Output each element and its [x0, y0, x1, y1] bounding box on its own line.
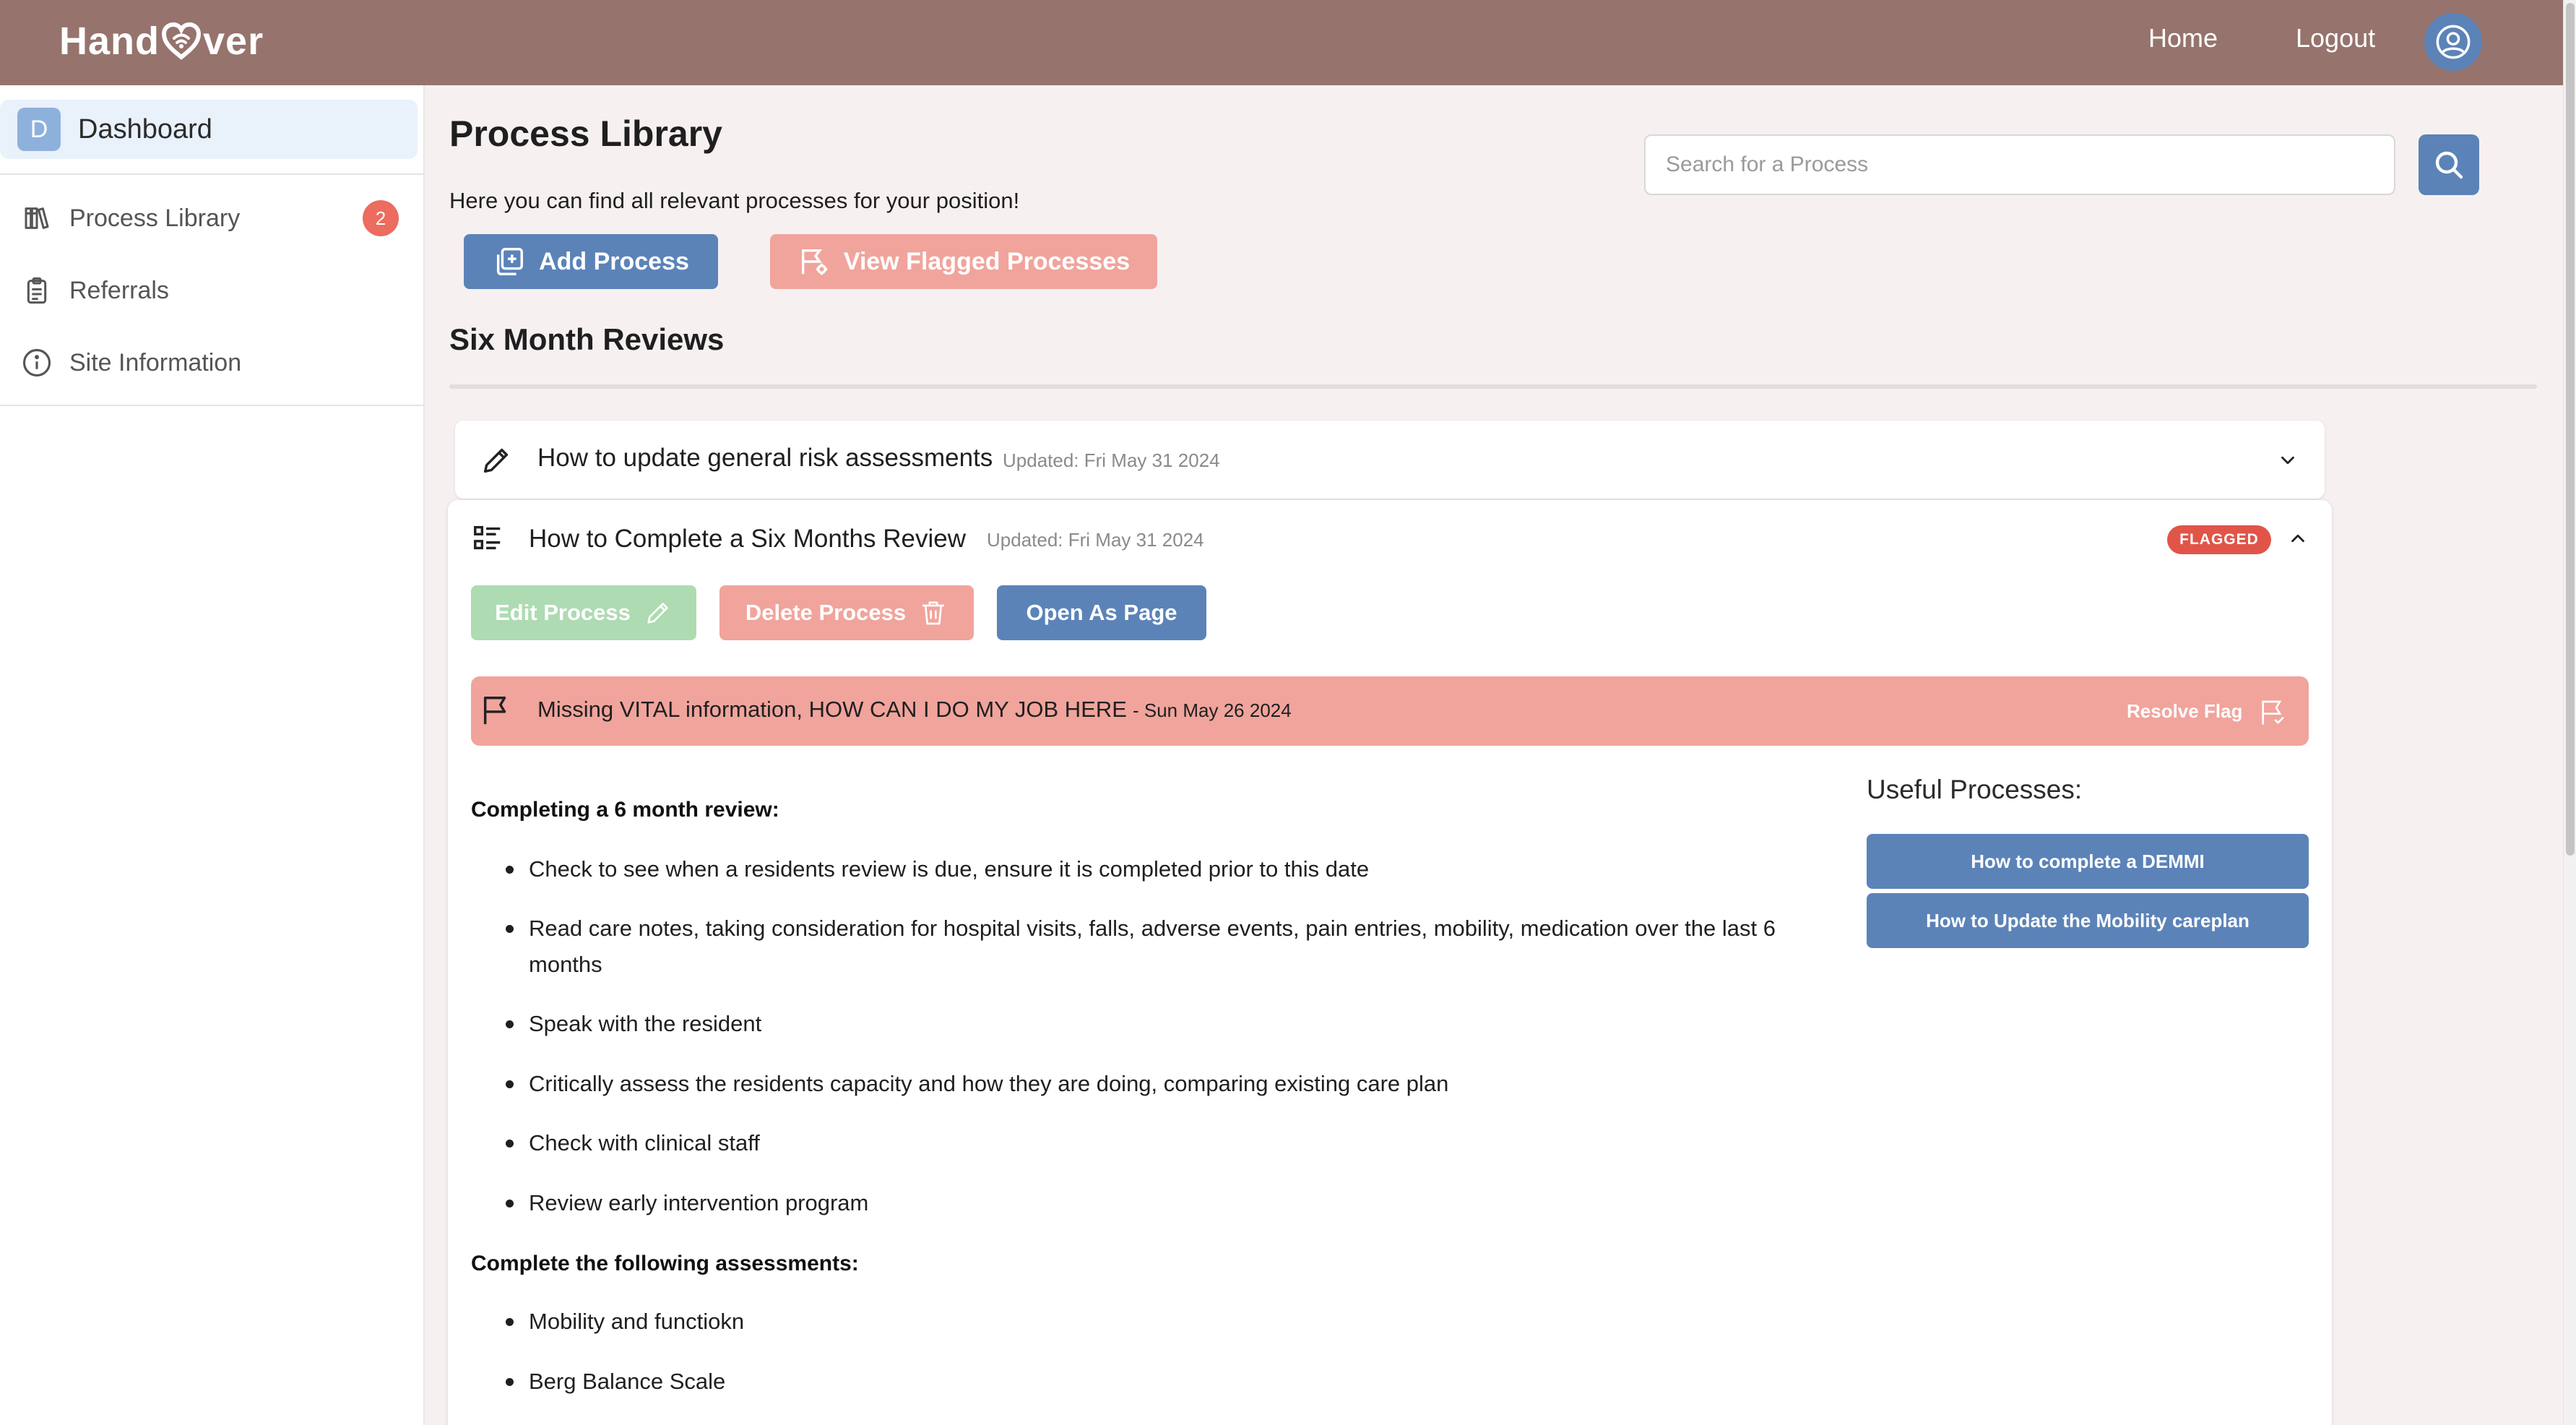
delete-process-label: Delete Process: [745, 600, 907, 625]
nav-home-link[interactable]: Home: [2148, 23, 2218, 53]
useful-process-link[interactable]: How to Update the Mobility careplan: [1867, 893, 2309, 948]
edit-process-button[interactable]: Edit Process: [471, 585, 696, 640]
add-process-button[interactable]: Add Process: [464, 234, 718, 289]
content-heading: Complete the following assessments:: [471, 1252, 859, 1275]
logo-text-left: Hand: [59, 20, 160, 63]
list-item: Critically assess the residents capacity…: [506, 1066, 1806, 1102]
process-count-badge: 2: [363, 200, 399, 236]
list-item: Review early intervention program: [506, 1185, 1806, 1221]
view-flagged-button[interactable]: View Flagged Processes: [770, 234, 1157, 289]
sidebar-item-dashboard[interactable]: D Dashboard: [0, 100, 418, 159]
flag-check-icon: [2261, 700, 2284, 725]
sidebar-item-label: Process Library: [69, 204, 241, 232]
section-divider: [449, 384, 2537, 389]
sidebar-divider: [0, 173, 425, 175]
sidebar-item-label: Referrals: [69, 276, 169, 304]
sidebar-item-label: Site Information: [69, 348, 242, 376]
chevron-down-icon[interactable]: [2277, 449, 2299, 471]
search-input[interactable]: [1644, 134, 2395, 195]
list-item: Check to see when a residents review is …: [506, 851, 1806, 887]
page-title: Process Library: [449, 113, 722, 154]
useful-process-link[interactable]: How to complete a DEMMI: [1867, 834, 2309, 889]
sidebar: D Dashboard Process Library 2 Referrals: [0, 85, 425, 1425]
pencil-icon: [480, 444, 513, 477]
list-item: Berg Balance Scale: [506, 1364, 1806, 1400]
pencil-icon: [644, 598, 673, 627]
sidebar-item-label: Dashboard: [78, 113, 212, 145]
content-heading: Completing a 6 month review:: [471, 798, 779, 822]
process-updated-date: Updated: Fri May 31 2024: [987, 529, 1204, 551]
edit-process-label: Edit Process: [495, 600, 631, 625]
books-icon: [20, 202, 53, 235]
sidebar-divider: [0, 405, 425, 406]
add-process-label: Add Process: [539, 247, 689, 275]
search-icon: [2435, 151, 2463, 179]
open-as-page-button[interactable]: Open As Page: [997, 585, 1206, 640]
list-item: Mobility and functiokn: [506, 1304, 1806, 1340]
delete-process-button[interactable]: Delete Process: [719, 585, 974, 640]
handover-logo[interactable]: Hand ver: [59, 19, 264, 64]
list-icon: [471, 522, 504, 555]
add-copy-icon: [493, 245, 526, 278]
process-updated-date: Updated: Fri May 31 2024: [1003, 449, 1220, 471]
sidebar-item-site-information[interactable]: Site Information: [0, 334, 425, 392]
resolve-flag-label: Resolve Flag: [2127, 699, 2243, 722]
page-subtitle: Here you can find all relevant processes…: [449, 188, 1020, 213]
list-item: Check with clinical staff: [506, 1125, 1806, 1161]
heart-wifi-logo-icon: [161, 22, 202, 60]
view-flagged-label: View Flagged Processes: [843, 247, 1131, 275]
process-title[interactable]: How to Complete a Six Months Review: [529, 525, 966, 554]
open-as-page-label: Open As Page: [1026, 600, 1177, 625]
trash-icon: [919, 598, 948, 627]
chevron-up-icon[interactable]: [2287, 528, 2309, 549]
logo-text-right: ver: [203, 20, 264, 63]
process-title[interactable]: How to update general risk assessments: [537, 444, 993, 473]
list-item: Speak with the resident: [506, 1006, 1806, 1042]
search-button[interactable]: [2419, 134, 2479, 195]
sidebar-item-referrals[interactable]: Referrals: [0, 262, 425, 319]
top-bar: Hand ver Home Logout: [0, 0, 2563, 85]
resolve-flag-button[interactable]: Resolve Flag: [2127, 698, 2287, 727]
dashboard-avatar: D: [17, 108, 61, 151]
sidebar-item-process-library[interactable]: Process Library 2: [0, 189, 425, 247]
list-item: Read care notes, taking consideration fo…: [506, 910, 1777, 983]
nav-logout-link[interactable]: Logout: [2296, 23, 2375, 53]
flag-message: Missing VITAL information, HOW CAN I DO …: [537, 697, 1127, 722]
useful-processes-title: Useful Processes:: [1867, 775, 2083, 804]
user-circle-icon: [2436, 25, 2471, 59]
scrollbar-thumb[interactable]: [2566, 3, 2575, 856]
profile-button[interactable]: [2424, 13, 2482, 71]
flag-settings-icon: [798, 245, 831, 278]
flag-icon: [480, 694, 513, 727]
section-title: Six Month Reviews: [449, 322, 725, 356]
clipboard-icon: [20, 274, 53, 307]
info-icon: [20, 346, 53, 379]
flagged-badge: FLAGGED: [2167, 525, 2271, 554]
flag-date: - Sun May 26 2024: [1133, 699, 1292, 721]
